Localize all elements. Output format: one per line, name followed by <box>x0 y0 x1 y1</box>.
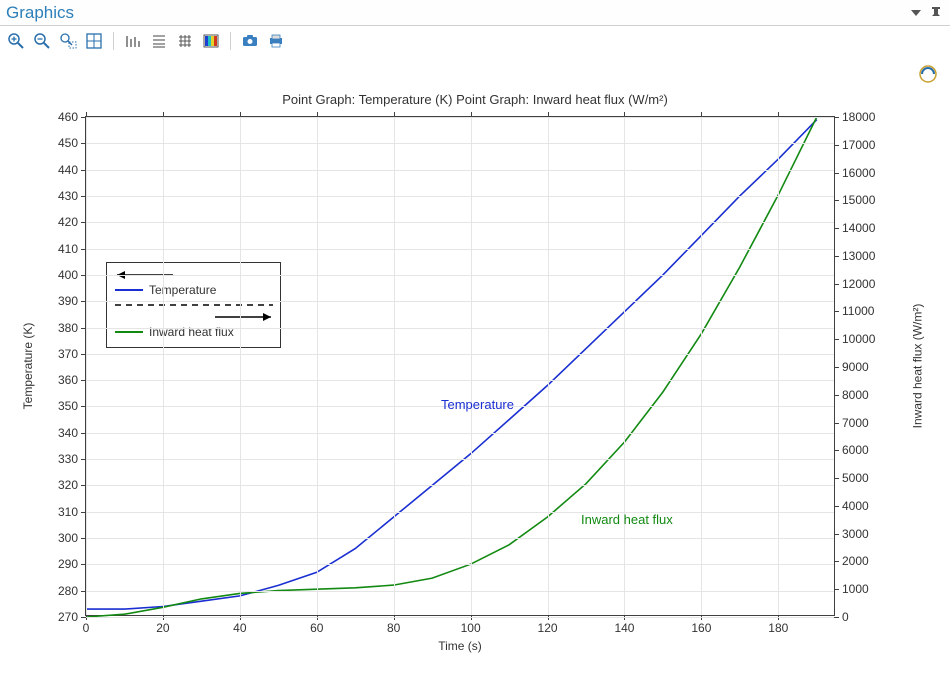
y-left-tick-label: 270 <box>58 610 78 624</box>
x-tick-label: 0 <box>83 621 90 635</box>
zoom-extents-button[interactable] <box>82 29 106 53</box>
y-left-tick-label: 320 <box>58 478 78 492</box>
plot-area[interactable]: Time (s) Temperature (K) Inward heat flu… <box>85 116 835 616</box>
series-line <box>86 120 817 609</box>
legend-swatch <box>115 331 143 333</box>
y-left-tick-label: 380 <box>58 321 78 335</box>
panel-header: Graphics <box>0 0 950 26</box>
y-right-tick-label: 11000 <box>842 304 874 318</box>
x-tick-label: 180 <box>768 621 788 635</box>
y-left-tick-label: 330 <box>58 452 78 466</box>
panel-menu-icon[interactable] <box>908 5 924 21</box>
y-left-tick-label: 370 <box>58 347 78 361</box>
log-x-button[interactable] <box>121 29 145 53</box>
y-right-tick-label: 0 <box>842 610 849 624</box>
graphics-toolbar <box>0 26 950 56</box>
y-right-tick-label: 13000 <box>842 249 875 263</box>
x-axis-label: Time (s) <box>438 639 482 653</box>
y-left-tick-label: 360 <box>58 373 78 387</box>
y-left-tick-label: 410 <box>58 242 78 256</box>
y-right-tick-label: 9000 <box>842 360 869 374</box>
legend-row: Temperature <box>115 283 272 297</box>
x-tick-label: 60 <box>310 621 323 635</box>
x-tick-label: 120 <box>538 621 558 635</box>
y-left-tick-label: 290 <box>58 557 78 571</box>
chart-title: Point Graph: Temperature (K) Point Graph… <box>282 92 668 107</box>
series-line <box>86 117 817 617</box>
y-right-tick-label: 18000 <box>842 110 875 124</box>
y-right-tick-label: 16000 <box>842 166 875 180</box>
y-left-tick-label: 400 <box>58 268 78 282</box>
x-tick-label: 40 <box>233 621 246 635</box>
y-right-tick-label: 1000 <box>842 582 869 596</box>
y-left-tick-label: 440 <box>58 163 78 177</box>
toolbar-separator <box>113 32 114 50</box>
y-right-tick-label: 10000 <box>842 332 875 346</box>
y-right-tick-label: 6000 <box>842 443 869 457</box>
x-tick-label: 20 <box>156 621 169 635</box>
legend-arrow-right-icon <box>213 311 273 323</box>
grid-button[interactable] <box>173 29 197 53</box>
print-button[interactable] <box>264 29 288 53</box>
x-tick-label: 80 <box>387 621 400 635</box>
y-left-tick-label: 430 <box>58 189 78 203</box>
y-right-tick-label: 7000 <box>842 416 869 430</box>
y-right-tick-label: 4000 <box>842 499 869 513</box>
zoom-box-button[interactable] <box>56 29 80 53</box>
y-right-tick-label: 12000 <box>842 277 875 291</box>
y-left-tick-label: 420 <box>58 215 78 229</box>
y-left-tick-label: 450 <box>58 136 78 150</box>
x-tick-label: 100 <box>461 621 481 635</box>
comsol-badge-icon <box>918 64 938 84</box>
graphics-panel: Graphics <box>0 0 950 687</box>
log-y-button[interactable] <box>147 29 171 53</box>
y-left-axis-label: Temperature (K) <box>21 323 35 410</box>
x-tick-label: 160 <box>691 621 711 635</box>
toolbar-separator <box>230 32 231 50</box>
y-right-tick-label: 5000 <box>842 471 869 485</box>
zoom-in-button[interactable] <box>4 29 28 53</box>
y-right-tick-label: 2000 <box>842 554 869 568</box>
legend-label: Temperature <box>149 283 216 297</box>
x-tick-label: 140 <box>614 621 634 635</box>
y-left-tick-label: 460 <box>58 110 78 124</box>
y-right-tick-label: 15000 <box>842 193 875 207</box>
chart-stage: Point Graph: Temperature (K) Point Graph… <box>0 56 950 687</box>
y-right-axis-label: Inward heat flux (W/m²) <box>911 304 925 429</box>
snapshot-button[interactable] <box>238 29 262 53</box>
y-left-tick-label: 340 <box>58 426 78 440</box>
pin-icon[interactable] <box>928 5 944 21</box>
y-left-tick-label: 350 <box>58 399 78 413</box>
y-left-tick-label: 310 <box>58 505 78 519</box>
y-right-tick-label: 3000 <box>842 527 869 541</box>
panel-title: Graphics <box>6 3 904 23</box>
y-left-tick-label: 280 <box>58 584 78 598</box>
zoom-out-button[interactable] <box>30 29 54 53</box>
y-right-tick-label: 8000 <box>842 388 869 402</box>
color-table-button[interactable] <box>199 29 223 53</box>
y-right-tick-label: 14000 <box>842 221 875 235</box>
legend-swatch <box>115 289 143 291</box>
y-left-tick-label: 300 <box>58 531 78 545</box>
y-left-tick-label: 390 <box>58 294 78 308</box>
y-right-tick-label: 17000 <box>842 138 875 152</box>
